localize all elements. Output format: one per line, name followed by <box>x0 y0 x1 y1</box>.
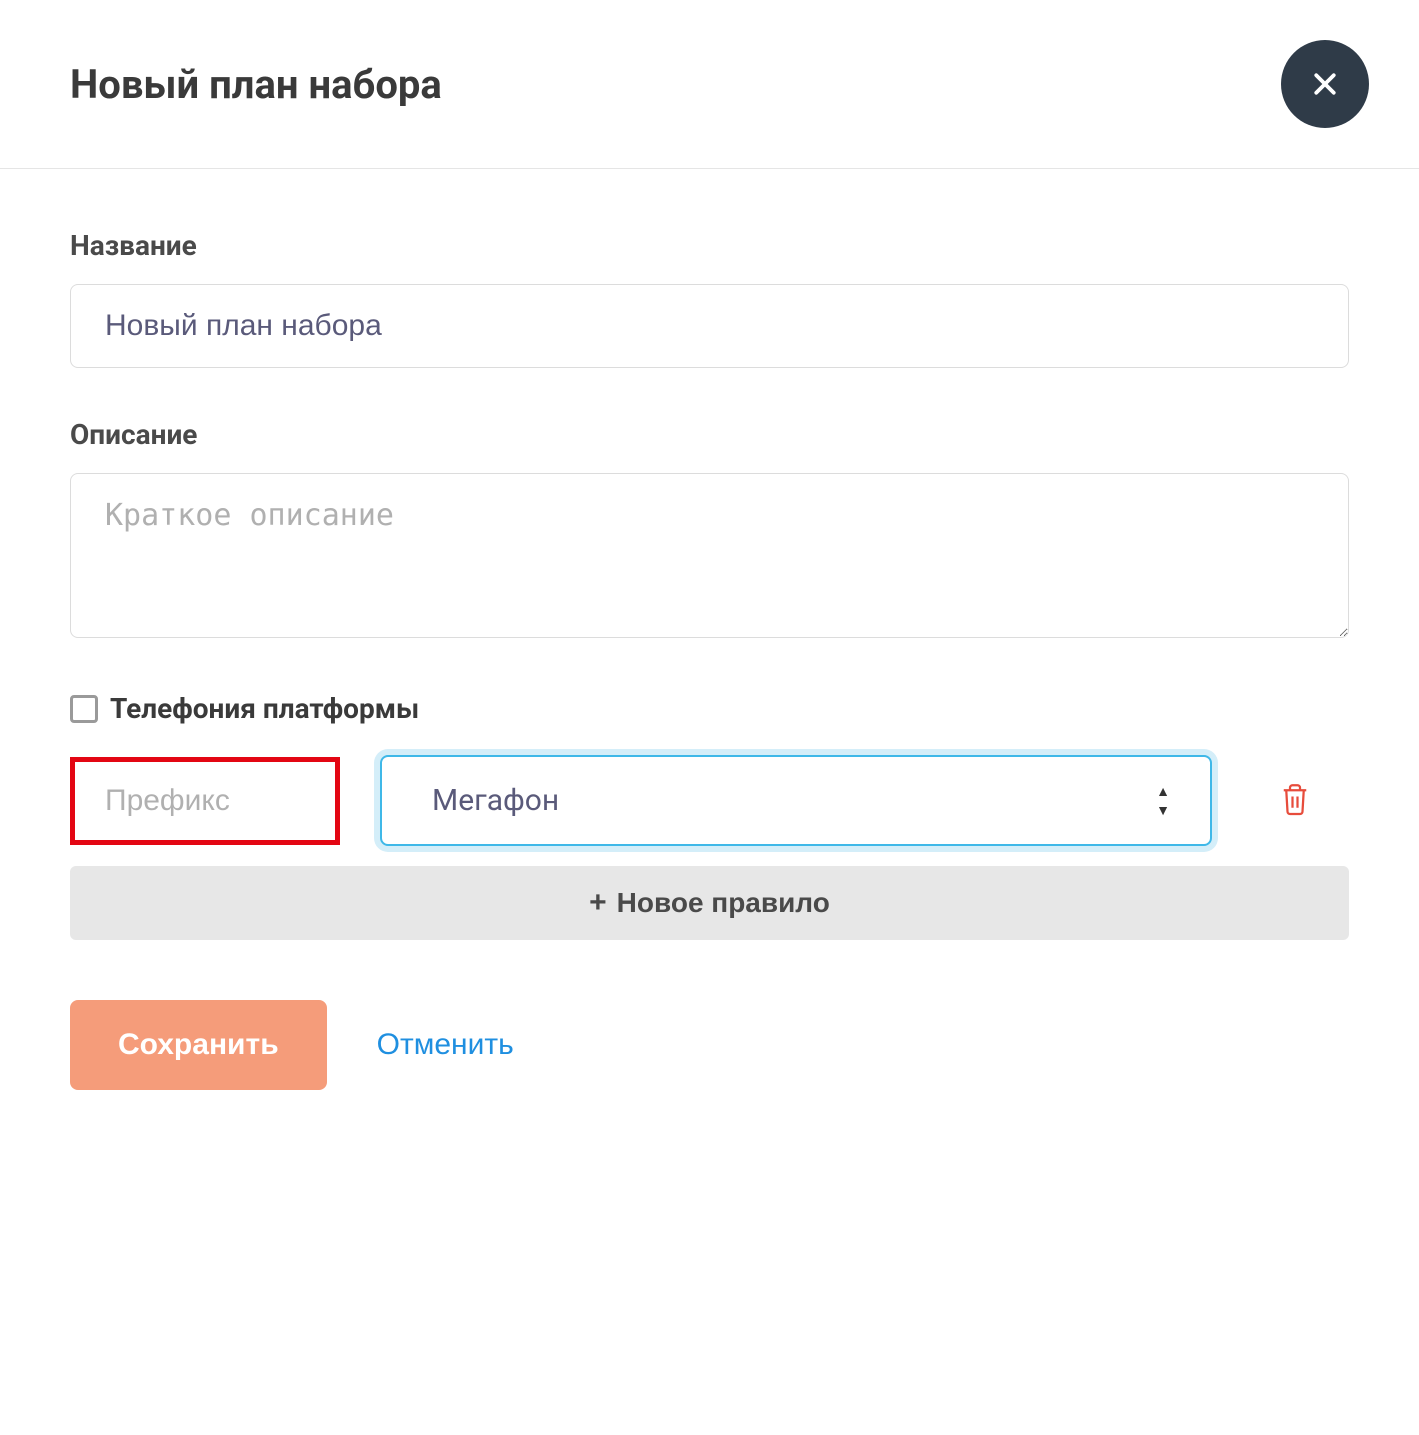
rule-row: Мегафон ▲ ▼ <box>70 755 1349 846</box>
delete-rule-button[interactable] <box>1272 774 1318 827</box>
cancel-button[interactable]: Отменить <box>377 1028 514 1062</box>
modal-body: Название Описание Телефония платформы Ме… <box>0 169 1419 1130</box>
new-rule-button[interactable]: + Новое правило <box>70 866 1349 940</box>
description-label: Описание <box>70 418 1349 451</box>
description-group: Описание <box>70 418 1349 642</box>
save-button[interactable]: Сохранить <box>70 1000 327 1090</box>
telephony-checkbox-label: Телефония платформы <box>110 692 419 725</box>
description-input[interactable] <box>70 473 1349 638</box>
operator-selected-value: Мегафон <box>382 757 1156 844</box>
new-rule-label: Новое правило <box>617 887 830 919</box>
close-button[interactable] <box>1281 40 1369 128</box>
prefix-input[interactable] <box>70 757 340 845</box>
name-label: Название <box>70 229 1349 262</box>
name-group: Название <box>70 229 1349 368</box>
plus-icon: + <box>589 886 607 920</box>
close-icon <box>1310 69 1340 99</box>
telephony-checkbox-row: Телефония платформы <box>70 692 1349 725</box>
modal-header: Новый план набора <box>0 0 1419 169</box>
name-input[interactable] <box>70 284 1349 368</box>
operator-select[interactable]: Мегафон ▲ ▼ <box>380 755 1212 846</box>
footer-buttons: Сохранить Отменить <box>70 1000 1349 1090</box>
trash-icon <box>1280 782 1310 816</box>
modal-title: Новый план набора <box>70 61 442 108</box>
select-arrows-icon: ▲ ▼ <box>1156 783 1210 819</box>
telephony-checkbox[interactable] <box>70 695 98 723</box>
